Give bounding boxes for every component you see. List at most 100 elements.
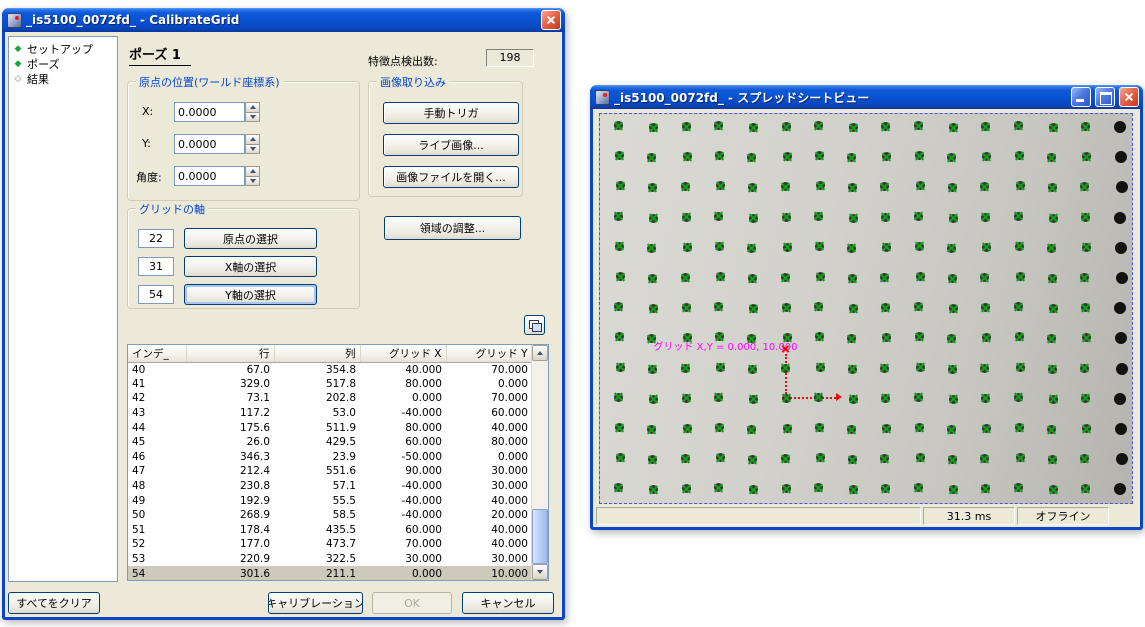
open-image-file-button[interactable]: 画像ファイルを開く... — [383, 166, 519, 188]
calibration-image[interactable]: グリッド X,Y = 0.000, 10.000 — [599, 113, 1133, 504]
detected-grid-dot — [782, 303, 791, 312]
detected-grid-dot — [747, 244, 756, 253]
button-label: 手動トリガ — [424, 105, 479, 121]
detected-grid-dot — [880, 364, 889, 373]
desktop: _is5100_0072fd_ - CalibrateGrid セットアップ ポ… — [0, 0, 1145, 627]
detected-grid-dot — [714, 483, 723, 492]
spin-up-button[interactable] — [245, 134, 260, 145]
close-button[interactable] — [541, 10, 561, 30]
column-header-grid-x[interactable]: グリッド X — [360, 345, 446, 362]
table-row[interactable]: 50268.958.5-40.00020.000 — [128, 508, 532, 523]
table-row[interactable]: 47212.4551.690.00030.000 — [128, 464, 532, 479]
detected-grid-dot — [982, 243, 991, 252]
select-origin-button[interactable]: 原点の選択 — [184, 228, 317, 249]
spin-down-button[interactable] — [245, 177, 260, 187]
setup-tree[interactable]: セットアップ ポーズ 結果 — [8, 36, 118, 582]
spin-down-icon — [250, 115, 256, 119]
tree-item-pose[interactable]: ポーズ — [11, 56, 115, 71]
live-image-button[interactable]: ライブ画像... — [383, 134, 519, 156]
table-row[interactable]: 4067.0354.840.00070.000 — [128, 362, 532, 377]
detected-grid-dot — [816, 363, 825, 372]
detected-grid-dot — [948, 183, 957, 192]
tree-item-result[interactable]: 結果 — [11, 71, 115, 86]
acquisition-group-title: 画像取り込み — [377, 74, 449, 90]
detected-grid-dot — [849, 214, 858, 223]
table-row[interactable]: 49192.955.5-40.00040.000 — [128, 493, 532, 508]
detected-grid-dot — [815, 151, 824, 160]
column-header-index[interactable]: インデ_ — [128, 345, 186, 362]
table-row[interactable]: 54301.6211.10.00010.000 — [128, 566, 532, 581]
scroll-up-button[interactable] — [532, 345, 548, 361]
scroll-down-button[interactable] — [532, 564, 548, 580]
scroll-track[interactable] — [532, 361, 548, 564]
grid-points-table[interactable]: インデ_ 行 列 グリッド X グリッド Y 4067.0354.840.000… — [127, 344, 549, 581]
ok-button[interactable]: OK — [372, 592, 452, 614]
tree-item-setup[interactable]: セットアップ — [11, 41, 115, 56]
y-spinner[interactable] — [245, 134, 260, 154]
x-spinner[interactable] — [245, 102, 260, 122]
spin-up-button[interactable] — [245, 102, 260, 113]
minimize-button[interactable] — [1071, 87, 1091, 107]
table-row[interactable]: 53220.9322.530.00030.000 — [128, 552, 532, 567]
adjust-region-button[interactable]: 領域の調整... — [384, 216, 521, 240]
detected-grid-dot — [1047, 425, 1056, 434]
table-row[interactable]: 52177.0473.770.00040.000 — [128, 537, 532, 552]
cell-value: 435.5 — [274, 523, 360, 538]
calibrate-titlebar[interactable]: _is5100_0072fd_ - CalibrateGrid — [2, 8, 565, 32]
column-header-col[interactable]: 列 — [274, 345, 360, 362]
close-button[interactable] — [1119, 87, 1139, 107]
clear-all-button[interactable]: すべてをクリア — [8, 592, 100, 614]
angle-spinner[interactable] — [245, 166, 260, 186]
view-titlebar[interactable]: _is5100_0072fd_ - スプレッドシートビュー — [590, 85, 1143, 109]
table-row[interactable]: 4273.1202.80.00070.000 — [128, 391, 532, 406]
detected-grid-dot — [1081, 122, 1090, 131]
select-y-axis-button[interactable]: Y軸の選択 — [184, 284, 317, 305]
scroll-thumb[interactable] — [532, 509, 548, 564]
table-row[interactable]: 46346.323.9-50.0000.000 — [128, 450, 532, 465]
feature-count-value: 198 — [486, 49, 534, 67]
spin-down-button[interactable] — [245, 113, 260, 123]
column-header-grid-y[interactable]: グリッド Y — [446, 345, 532, 362]
cancel-button[interactable]: キャンセル — [462, 592, 554, 614]
detected-grid-dot — [981, 484, 990, 493]
table-row[interactable]: 4526.0429.560.00080.000 — [128, 435, 532, 450]
y-axis-index-value: 54 — [138, 285, 174, 304]
angle-input[interactable] — [174, 166, 245, 186]
cell-index: 50 — [128, 508, 186, 523]
calibration-button[interactable]: キャリブレーション — [268, 592, 363, 614]
table-row[interactable]: 48230.857.1-40.00030.000 — [128, 479, 532, 494]
table-row[interactable]: 51178.4435.560.00040.000 — [128, 523, 532, 538]
table-row[interactable]: 41329.0517.880.0000.000 — [128, 377, 532, 392]
table-row[interactable]: 44175.6511.980.00040.000 — [128, 420, 532, 435]
open-table-window-button[interactable] — [524, 315, 545, 335]
cell-value: 192.9 — [186, 493, 274, 508]
detected-grid-dot — [649, 214, 658, 223]
cell-value: 429.5 — [274, 435, 360, 450]
detected-grid-dot — [1016, 272, 1025, 281]
y-input[interactable] — [174, 134, 245, 154]
column-header-row[interactable]: 行 — [186, 345, 274, 362]
spin-up-button[interactable] — [245, 166, 260, 177]
table-scrollbar[interactable] — [531, 345, 548, 580]
spin-down-button[interactable] — [245, 145, 260, 155]
detected-grid-dot — [880, 273, 889, 282]
detected-grid-dot — [982, 424, 991, 433]
step-done-icon — [13, 44, 23, 54]
cell-value: -40.000 — [360, 406, 446, 421]
detected-grid-dot — [849, 485, 858, 494]
detected-grid-dot — [848, 455, 857, 464]
detected-grid-dot — [749, 123, 758, 132]
app-icon — [595, 90, 610, 105]
grid-dot — [1116, 272, 1128, 284]
manual-trigger-button[interactable]: 手動トリガ — [383, 102, 519, 124]
detected-grid-dot — [981, 303, 990, 312]
detected-grid-dot — [815, 242, 824, 251]
detected-grid-dot — [615, 332, 624, 341]
maximize-button[interactable] — [1095, 87, 1115, 107]
detected-grid-dot — [682, 122, 691, 131]
x-input[interactable] — [174, 102, 245, 122]
detected-grid-dot — [682, 484, 691, 493]
detected-grid-dot — [1048, 455, 1057, 464]
select-x-axis-button[interactable]: X軸の選択 — [184, 256, 317, 277]
table-row[interactable]: 43117.253.0-40.00060.000 — [128, 406, 532, 421]
